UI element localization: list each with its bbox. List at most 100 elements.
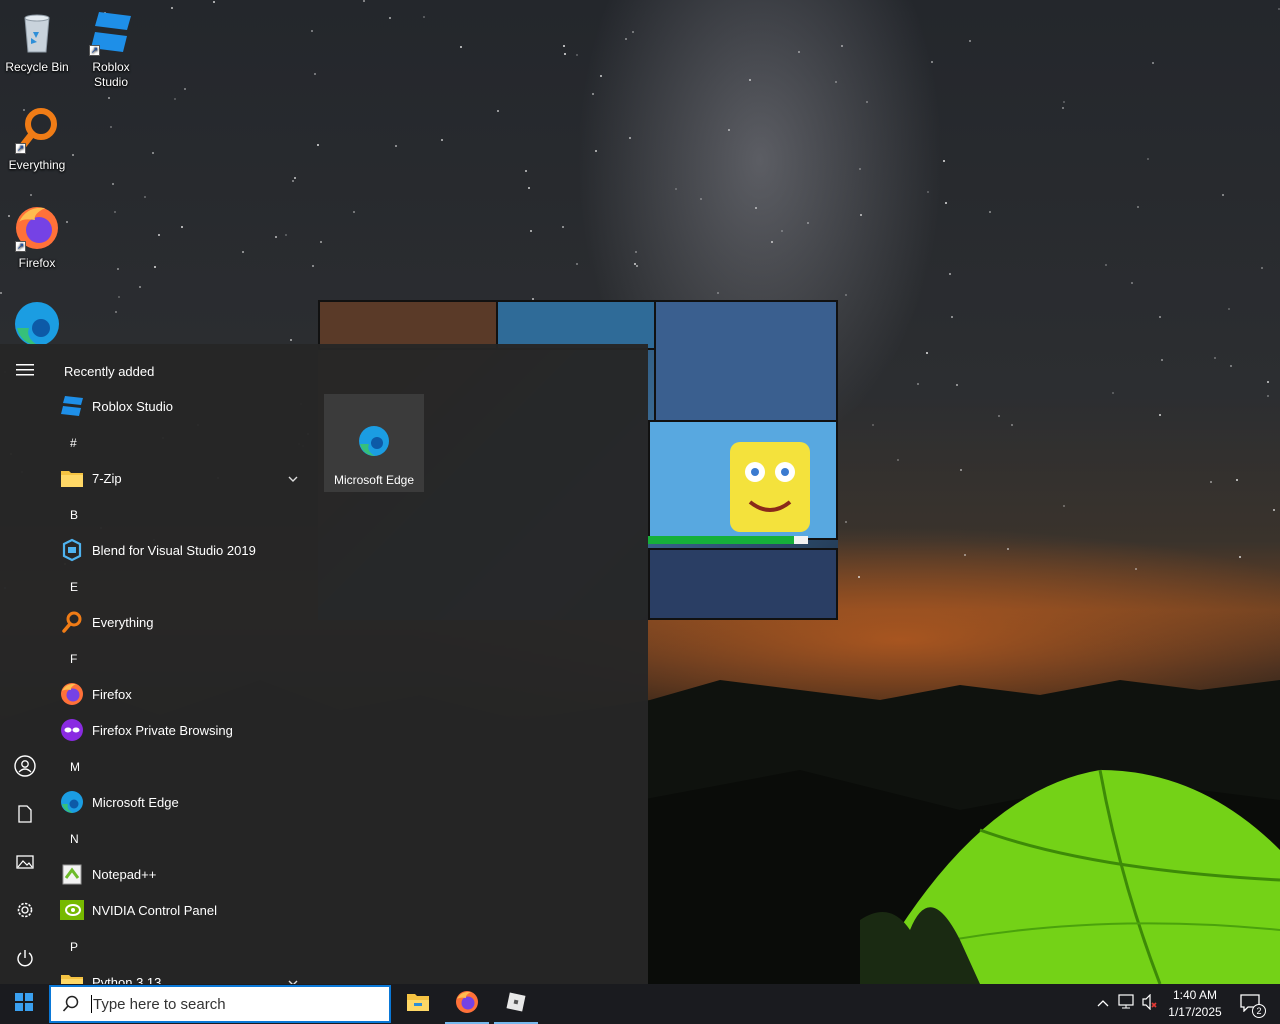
desktop-icon-label: Firefox xyxy=(18,256,56,270)
app-item-firefox[interactable]: Firefox xyxy=(60,676,310,712)
star xyxy=(592,93,594,95)
app-item-label: Roblox Studio xyxy=(92,398,173,414)
volume-button[interactable] xyxy=(1140,993,1160,1015)
app-item-everything[interactable]: Everything xyxy=(60,604,310,640)
star xyxy=(114,211,116,213)
section-letter[interactable]: N xyxy=(70,832,79,846)
taskbar-search-box[interactable]: Type here to search xyxy=(49,985,391,1023)
taskbar-firefox[interactable] xyxy=(443,984,491,1024)
star xyxy=(969,40,971,42)
app-item-label: Firefox Private Browsing xyxy=(92,722,233,738)
settings-gear-icon xyxy=(16,901,34,924)
section-letter[interactable]: F xyxy=(70,652,77,666)
settings-button[interactable] xyxy=(0,892,50,932)
everything-search-icon: ↗ xyxy=(13,106,61,154)
section-letter[interactable]: M xyxy=(70,760,80,774)
app-item-microsoft-edge[interactable]: Microsoft Edge xyxy=(60,784,310,820)
volume-muted-icon xyxy=(1141,993,1159,1015)
app-item-label: Microsoft Edge xyxy=(92,794,179,810)
start-button[interactable] xyxy=(0,984,48,1024)
user-account-icon xyxy=(14,754,36,782)
tile-label: Microsoft Edge xyxy=(333,473,415,487)
desktop-icon-recycle-bin[interactable]: Recycle Bin xyxy=(0,8,74,75)
app-item-label: Notepad++ xyxy=(92,866,157,882)
chevron-down-icon[interactable] xyxy=(288,472,298,482)
app-item-firefox-private[interactable]: Firefox Private Browsing xyxy=(60,712,310,748)
search-icon xyxy=(51,995,91,1013)
star xyxy=(1228,308,1230,310)
app-item-label: Everything xyxy=(92,614,154,630)
star xyxy=(174,98,176,100)
microsoft-edge-icon xyxy=(60,790,84,814)
desktop-icon-everything[interactable]: ↗ Everything xyxy=(0,106,74,173)
star xyxy=(1137,206,1139,208)
user-account-button[interactable] xyxy=(0,748,50,788)
app-folder-python[interactable]: Python 3.13 xyxy=(60,964,310,984)
desktop-icon-label: Everything xyxy=(8,158,66,172)
pictures-button[interactable] xyxy=(0,844,50,884)
star xyxy=(860,214,862,216)
star xyxy=(562,226,564,228)
star xyxy=(139,286,141,288)
app-item-label: NVIDIA Control Panel xyxy=(92,902,218,918)
star xyxy=(595,150,597,152)
game-thumbnail xyxy=(654,300,838,430)
star xyxy=(1210,481,1212,483)
nvidia-icon xyxy=(60,898,84,922)
star xyxy=(317,144,319,146)
microsoft-edge-icon xyxy=(13,300,61,348)
show-hidden-icons-button[interactable] xyxy=(1093,994,1113,1014)
clock-date: 1/17/2025 xyxy=(1168,1005,1222,1019)
star xyxy=(363,0,365,2)
star xyxy=(1062,107,1064,109)
star xyxy=(635,251,637,253)
power-button[interactable] xyxy=(0,940,50,980)
app-folder-7zip[interactable]: 7-Zip xyxy=(60,460,310,496)
star xyxy=(926,352,928,354)
expand-menu-button[interactable] xyxy=(0,352,50,392)
recently-added-header: Recently added xyxy=(64,364,155,379)
app-item-nvidia-control-panel[interactable]: NVIDIA Control Panel xyxy=(60,892,310,928)
roblox-studio-icon xyxy=(505,991,527,1018)
star xyxy=(564,53,566,55)
star xyxy=(675,188,677,190)
desktop-icon-label: Roblox Studio xyxy=(92,60,130,89)
star xyxy=(989,211,991,213)
star xyxy=(632,31,634,33)
chevron-down-icon[interactable] xyxy=(288,976,298,984)
tile-microsoft-edge[interactable]: Microsoft Edge xyxy=(324,394,424,492)
star xyxy=(423,16,425,18)
game-thumbnail xyxy=(496,300,656,350)
folder-icon xyxy=(60,970,84,984)
section-letter[interactable]: P xyxy=(70,940,78,954)
star xyxy=(213,1,215,3)
star xyxy=(118,296,120,298)
section-letter[interactable]: B xyxy=(70,508,78,522)
star xyxy=(171,7,173,9)
chevron-up-icon xyxy=(1097,995,1109,1013)
action-center-button[interactable]: 2 xyxy=(1238,994,1266,1018)
documents-button[interactable] xyxy=(0,796,50,836)
star xyxy=(285,234,287,236)
desktop-icon-roblox-studio[interactable]: ↗ Roblox Studio xyxy=(74,8,148,90)
star xyxy=(897,459,899,461)
taskbar-file-explorer[interactable] xyxy=(394,984,442,1024)
star xyxy=(629,137,631,139)
notification-icon: 2 xyxy=(1240,994,1266,1018)
star xyxy=(530,230,532,232)
app-item-blend[interactable]: Blend for Visual Studio 2019 xyxy=(60,532,310,568)
network-status-button[interactable] xyxy=(1116,993,1136,1014)
star xyxy=(1007,548,1009,550)
star xyxy=(960,469,962,471)
desktop-icon-firefox[interactable]: ↗ Firefox xyxy=(0,204,74,271)
taskbar-clock[interactable]: 1:40 AM 1/17/2025 xyxy=(1162,987,1228,1021)
section-letter[interactable]: E xyxy=(70,580,78,594)
taskbar-roblox-studio[interactable] xyxy=(492,984,540,1024)
star xyxy=(115,311,117,313)
star xyxy=(717,292,719,294)
star xyxy=(1135,568,1137,570)
app-item-notepad-plus-plus[interactable]: Notepad++ xyxy=(60,856,310,892)
wallpaper-tent xyxy=(860,769,1280,984)
app-item-roblox-studio[interactable]: Roblox Studio xyxy=(60,388,310,424)
section-letter[interactable]: # xyxy=(70,436,77,450)
